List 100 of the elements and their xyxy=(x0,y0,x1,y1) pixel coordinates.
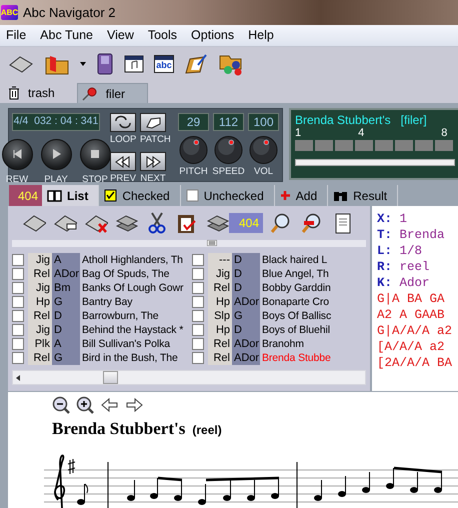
knob[interactable] xyxy=(178,136,209,164)
trash-icon xyxy=(8,86,20,100)
tune-type: Rel xyxy=(28,267,52,281)
abc-music-line: G|A BA GA xyxy=(377,291,446,307)
track-title: Brenda Stubbert's [filer] xyxy=(295,113,428,127)
checkbox[interactable] xyxy=(12,254,24,266)
rew-button[interactable] xyxy=(2,138,32,170)
tune-key: G xyxy=(52,295,80,309)
play-icon xyxy=(50,148,62,160)
tune-name[interactable]: Branohm xyxy=(262,337,366,351)
knob[interactable] xyxy=(248,136,279,164)
tune-name[interactable]: Bantry Bay xyxy=(82,295,186,309)
abc-header-line: K: Ador xyxy=(377,275,431,291)
tune-key: ADor xyxy=(232,337,260,351)
tune-key: D xyxy=(232,267,260,281)
tune-name[interactable]: Bag Of Spuds, The xyxy=(82,267,186,281)
prev-button[interactable] xyxy=(110,152,136,171)
menu-item[interactable]: File xyxy=(6,26,26,45)
splitter-grip[interactable] xyxy=(207,240,217,246)
tune-count: 404 xyxy=(9,185,42,206)
next-button[interactable] xyxy=(140,152,166,171)
loop-button[interactable] xyxy=(110,113,136,132)
checkbox[interactable] xyxy=(12,338,24,350)
tune-name[interactable]: Atholl Highlanders, Th xyxy=(82,253,186,267)
zoom-in-icon[interactable] xyxy=(76,396,96,415)
checkbox[interactable] xyxy=(192,268,204,280)
checkbox[interactable] xyxy=(12,310,24,322)
checkbox[interactable] xyxy=(192,254,204,266)
checkbox-icon xyxy=(104,189,118,202)
tune-key: A xyxy=(52,337,80,351)
tune-name[interactable]: Banks Of Lough Gowr xyxy=(82,281,186,295)
tune-key: G xyxy=(232,309,260,323)
tune-key: G xyxy=(52,351,80,365)
menu-item[interactable]: View xyxy=(106,26,134,45)
checkbox[interactable] xyxy=(12,352,24,364)
tune-name[interactable]: Bonaparte Cro xyxy=(262,295,366,309)
arrow-left-icon[interactable] xyxy=(100,396,120,415)
checkbox[interactable] xyxy=(12,268,24,280)
knob[interactable] xyxy=(213,136,244,164)
tune-key: D xyxy=(232,253,260,267)
checkbox[interactable] xyxy=(192,296,204,308)
checkbox[interactable] xyxy=(192,352,204,364)
abc-music-line: [A/A/A a2 xyxy=(377,339,446,355)
patch-button[interactable] xyxy=(140,113,166,132)
abc-header-line: T: Brenda xyxy=(377,227,446,243)
tune-type: --- xyxy=(208,253,232,267)
music-window-icon[interactable] xyxy=(124,55,144,73)
abc-window-icon[interactable]: abc xyxy=(154,55,174,73)
horizontal-scrollbar[interactable] xyxy=(12,370,366,385)
tune-key: ADor xyxy=(232,295,260,309)
stop-button[interactable] xyxy=(80,138,110,170)
tune-type: Slp xyxy=(208,309,232,323)
abc-music-line: A2 A GAAB xyxy=(377,307,446,323)
pushpin-icon xyxy=(82,86,98,100)
tune-key: Bm xyxy=(52,281,80,295)
tune-name[interactable]: Bird in the Bush, The xyxy=(82,351,186,365)
checkbox[interactable] xyxy=(192,282,204,294)
checkbox-icon xyxy=(186,189,199,202)
button-label: STOP xyxy=(82,174,108,185)
scissors-icon[interactable] xyxy=(146,212,168,234)
dropdown-caret-icon[interactable] xyxy=(80,62,86,66)
tune-name[interactable]: Behind the Haystack * xyxy=(82,323,186,337)
window-title: Abc Navigator 2 xyxy=(23,4,116,22)
abc-music-line: [2A/A/A BA xyxy=(377,355,454,371)
knob-label: VOL xyxy=(254,166,273,177)
list-tab[interactable]: List xyxy=(42,185,100,206)
tune-name[interactable]: Bobby Garddin xyxy=(262,281,366,295)
tune-name[interactable]: Boys of Bluehil xyxy=(262,323,366,337)
stop-icon xyxy=(89,148,101,160)
tune-name[interactable]: Black haired L xyxy=(262,253,366,267)
zoom-out-icon[interactable] xyxy=(52,396,72,415)
score-title: Brenda Stubbert's xyxy=(52,418,186,440)
notebook-pencil-icon[interactable] xyxy=(184,53,208,75)
tune-name[interactable]: Boys Of Ballisc xyxy=(262,309,366,323)
checkbox[interactable] xyxy=(12,324,24,336)
button-label: LOOP xyxy=(110,134,136,145)
checkbox[interactable] xyxy=(192,310,204,322)
document-tab[interactable]: trash xyxy=(4,83,77,103)
measure-number: 8 xyxy=(441,127,448,140)
checkbox[interactable] xyxy=(12,296,24,308)
plus-icon xyxy=(280,190,291,201)
document-tab[interactable]: filer xyxy=(76,83,148,103)
tune-key: D xyxy=(232,323,260,337)
play-button[interactable] xyxy=(40,138,72,170)
tune-name[interactable]: Blue Angel, Th xyxy=(262,267,366,281)
menu-item[interactable]: Help xyxy=(248,26,274,45)
menu-item[interactable]: Abc Tune xyxy=(40,26,93,45)
arrow-right-icon[interactable] xyxy=(124,396,144,415)
tune-name[interactable]: Bill Sullivan's Polka xyxy=(82,337,186,351)
checkbox[interactable] xyxy=(12,282,24,294)
tune-name[interactable]: Barrowburn, The xyxy=(82,309,186,323)
checkbox[interactable] xyxy=(192,324,204,336)
menu-item[interactable]: Options xyxy=(191,26,234,45)
scrollbar-thumb[interactable] xyxy=(103,371,118,384)
value-display: 112 xyxy=(213,113,244,131)
knob-label: SPEED xyxy=(212,166,245,177)
abc-header-line: R: reel xyxy=(377,259,431,275)
checkbox[interactable] xyxy=(192,338,204,350)
tune-type: Jig xyxy=(208,267,232,281)
menu-item[interactable]: Tools xyxy=(148,26,178,45)
